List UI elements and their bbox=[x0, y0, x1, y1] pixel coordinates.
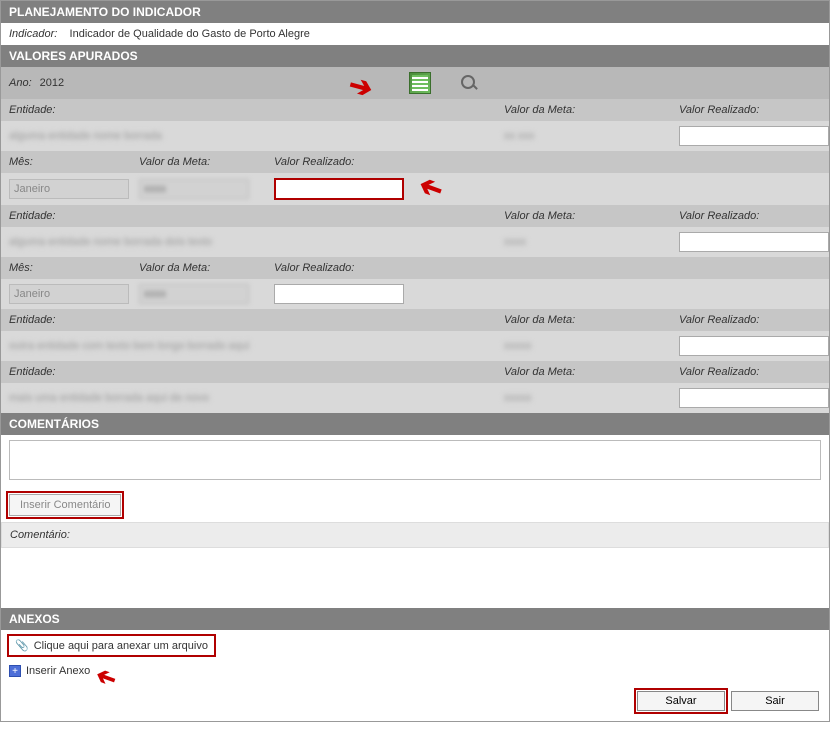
header-entidade: Entidade: bbox=[9, 314, 504, 326]
section-header-valores: VALORES APURADOS bbox=[1, 45, 829, 67]
header-valor-meta: Valor da Meta: bbox=[504, 210, 679, 222]
header-entidade: Entidade: bbox=[9, 366, 504, 378]
header-mes-valor-realizado: Valor Realizado: bbox=[274, 262, 821, 274]
valor-realizado-input[interactable] bbox=[679, 388, 829, 408]
magnifier-icon[interactable] bbox=[459, 73, 479, 93]
valor-meta-value: xxxxx bbox=[504, 392, 532, 404]
salvar-button[interactable]: Salvar bbox=[637, 691, 725, 711]
header-valor-realizado: Valor Realizado: bbox=[679, 104, 821, 116]
mes-valor-meta: xxxx bbox=[139, 179, 249, 199]
mes-value: Janeiro bbox=[9, 284, 129, 304]
comentarios-textarea[interactable] bbox=[9, 440, 821, 480]
mes-valor-realizado-input[interactable] bbox=[274, 178, 404, 200]
header-valor-meta: Valor da Meta: bbox=[504, 366, 679, 378]
section-header-planejamento: PLANEJAMENTO DO INDICADOR bbox=[1, 1, 829, 23]
inserir-anexo-link[interactable]: + Inserir Anexo bbox=[9, 665, 90, 677]
mes-valor-realizado-input[interactable] bbox=[274, 284, 404, 304]
valor-meta-value: xx xxx bbox=[504, 130, 535, 142]
entidade-value: alguma entidade nome borrada bbox=[9, 130, 504, 142]
header-mes-valor-realizado: Valor Realizado: bbox=[274, 156, 821, 168]
indicador-label: Indicador: bbox=[9, 28, 57, 40]
header-entidade: Entidade: bbox=[9, 104, 504, 116]
valor-realizado-input[interactable] bbox=[679, 232, 829, 252]
anexar-arquivo-label: Clique aqui para anexar um arquivo bbox=[34, 640, 208, 652]
inserir-anexo-label: Inserir Anexo bbox=[26, 665, 90, 677]
header-valor-meta: Valor da Meta: bbox=[504, 314, 679, 326]
ano-value: 2012 bbox=[40, 77, 64, 89]
entidade-value: mais uma entidade borrada aqui de novo bbox=[9, 392, 504, 404]
mes-value: Janeiro bbox=[9, 179, 129, 199]
sair-button[interactable]: Sair bbox=[731, 691, 819, 711]
entidade-value: outra entidade com texto bem longo borra… bbox=[9, 340, 504, 352]
anexar-arquivo-link[interactable]: 📎 Clique aqui para anexar um arquivo bbox=[9, 636, 214, 655]
arrow-annotation-icon: ➔ bbox=[414, 169, 447, 208]
valor-realizado-input[interactable] bbox=[679, 126, 829, 146]
header-mes-valor-meta: Valor da Meta: bbox=[139, 156, 274, 168]
indicador-row: Indicador: Indicador de Qualidade do Gas… bbox=[1, 23, 829, 45]
header-valor-realizado: Valor Realizado: bbox=[679, 210, 821, 222]
header-mes: Mês: bbox=[9, 156, 139, 168]
header-mes-valor-meta: Valor da Meta: bbox=[139, 262, 274, 274]
ano-label: Ano: bbox=[9, 77, 32, 89]
header-valor-realizado: Valor Realizado: bbox=[679, 314, 821, 326]
valor-meta-value: xxxxx bbox=[504, 340, 532, 352]
excel-edit-icon[interactable] bbox=[409, 72, 431, 94]
header-entidade: Entidade: bbox=[9, 210, 504, 222]
comentario-label: Comentário: bbox=[1, 522, 829, 548]
inserir-comentario-button[interactable]: Inserir Comentário bbox=[9, 494, 121, 516]
header-valor-meta: Valor da Meta: bbox=[504, 104, 679, 116]
plus-icon: + bbox=[9, 665, 21, 677]
entidade-value: alguma entidade nome borrada dois texto bbox=[9, 236, 504, 248]
indicador-value: Indicador de Qualidade do Gasto de Porto… bbox=[70, 28, 310, 40]
section-header-anexos: ANEXOS bbox=[1, 608, 829, 630]
header-valor-realizado: Valor Realizado: bbox=[679, 366, 821, 378]
header-mes: Mês: bbox=[9, 262, 139, 274]
section-header-comentarios: COMENTÁRIOS bbox=[1, 413, 829, 435]
paperclip-icon: 📎 bbox=[15, 639, 29, 652]
mes-valor-meta: xxxx bbox=[139, 284, 249, 304]
valor-realizado-input[interactable] bbox=[679, 336, 829, 356]
valor-meta-value: xxxx bbox=[504, 236, 526, 248]
